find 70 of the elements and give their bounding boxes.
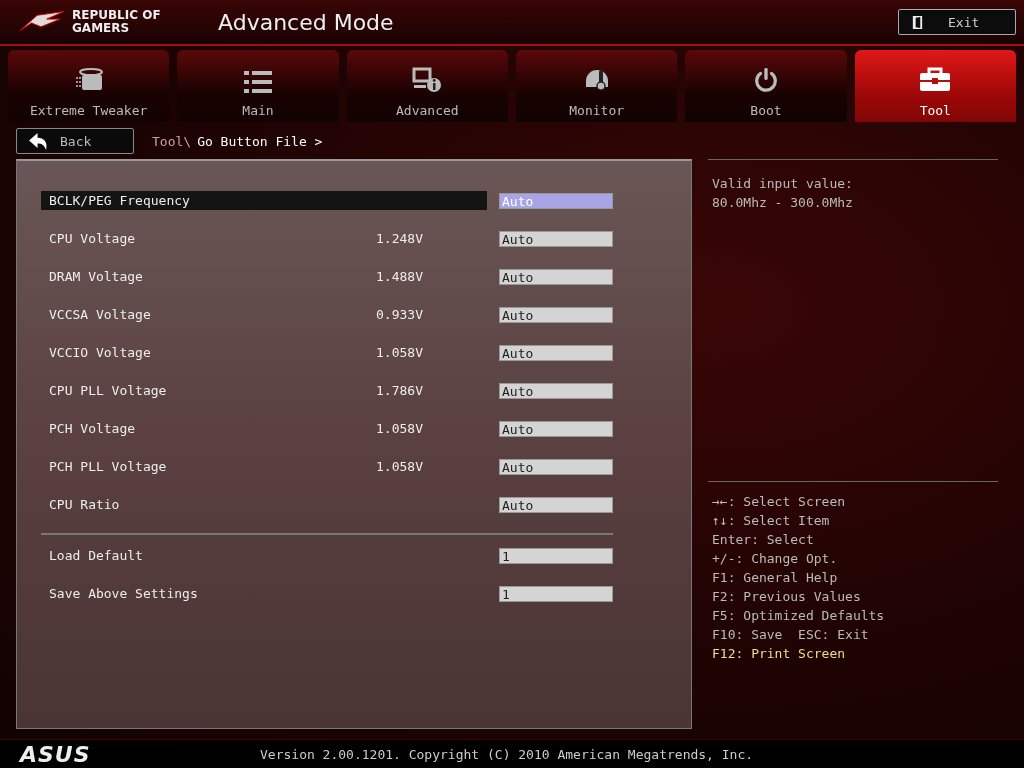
value-field[interactable]: 1 (499, 585, 613, 602)
cpu-cooler-icon (73, 67, 104, 93)
breadcrumb-parent[interactable]: Tool\ (152, 133, 192, 149)
key-hint: F12: Print Screen (712, 645, 847, 663)
setting-label: CPU Voltage (49, 231, 137, 246)
key-hint: ↑↓: Select Item (712, 512, 831, 530)
key-hint: F5: Optimized Defaults (712, 607, 886, 625)
setting-label: BCLK/PEG Frequency (49, 193, 191, 208)
setting-label: PCH Voltage (49, 421, 137, 436)
key-hint: F10: Save ESC: Exit (712, 626, 870, 644)
exit-button[interactable]: Exit (898, 9, 1016, 35)
value-field[interactable]: Auto (499, 306, 613, 323)
menu-tab[interactable]: Advanced (346, 50, 508, 122)
door-icon (911, 14, 924, 30)
key-hint: F2: Previous Values (712, 588, 862, 606)
power-icon (752, 67, 779, 93)
menu-tab[interactable]: Monitor (516, 50, 678, 122)
key-hint: +/-: Change Opt. (712, 550, 839, 568)
setting-row[interactable]: Save Above Settings 1 (41, 584, 613, 603)
value-field[interactable]: Auto (499, 268, 613, 285)
setting-reading: 1.786V (375, 383, 423, 398)
setting-label: CPU PLL Voltage (49, 383, 168, 398)
key-hint: F1: General Help (712, 569, 839, 587)
setting-row[interactable]: PCH PLL Voltage 1.058V Auto (41, 457, 613, 476)
setting-label: VCCIO Voltage (49, 345, 152, 360)
setting-label: CPU Ratio (49, 497, 121, 512)
setting-reading: 0.933V (375, 307, 423, 322)
setting-label: DRAM Voltage (49, 269, 144, 284)
setting-row[interactable]: CPU Ratio Auto (41, 495, 613, 514)
help-text: Valid input value: (712, 175, 854, 193)
menu-tab[interactable]: Extreme Tweaker (8, 50, 170, 122)
value-field[interactable]: 1 (499, 547, 613, 564)
menu-tab[interactable]: Tool (854, 50, 1016, 122)
setting-row[interactable]: Load Default 1 (41, 546, 613, 565)
breadcrumb-current: Go Button File > (197, 133, 323, 149)
setting-reading: 1.058V (375, 459, 423, 474)
value-field[interactable]: Auto (499, 230, 613, 247)
back-arrow-icon (29, 132, 48, 150)
setting-row[interactable]: DRAM Voltage 1.488V Auto (41, 267, 613, 286)
brand-logo: ASUS (20, 741, 92, 767)
toolbox-icon (919, 67, 952, 93)
setting-row[interactable]: VCCSA Voltage 0.933V Auto (41, 305, 613, 324)
setting-label: VCCSA Voltage (49, 307, 152, 322)
setting-row[interactable]: CPU PLL Voltage 1.786V Auto (41, 381, 613, 400)
window-title: Advanced Mode (217, 9, 395, 35)
setting-label: PCH PLL Voltage (49, 459, 168, 474)
list-icon (244, 71, 272, 93)
setting-reading: 1.058V (375, 345, 423, 360)
menu-tab[interactable]: Main (177, 50, 339, 122)
setting-label: Save Above Settings (49, 586, 199, 601)
menu-tab[interactable]: Boot (685, 50, 847, 122)
value-field[interactable]: Auto (499, 382, 613, 399)
setting-label: Load Default (49, 548, 144, 563)
setting-reading: 1.248V (375, 231, 423, 246)
back-button[interactable]: Back (16, 128, 134, 154)
setting-row[interactable]: CPU Voltage 1.248V Auto (41, 229, 613, 248)
value-field[interactable]: Auto (499, 420, 613, 437)
key-hint: Enter: Select (712, 531, 815, 549)
setting-row[interactable]: PCH Voltage 1.058V Auto (41, 419, 613, 438)
setting-reading: 1.058V (375, 421, 423, 436)
value-field[interactable]: Auto (499, 496, 613, 513)
value-field[interactable]: Auto (499, 344, 613, 361)
setting-reading: 1.488V (375, 269, 423, 284)
value-field[interactable]: Auto (499, 458, 613, 475)
setting-row[interactable]: VCCIO Voltage 1.058V Auto (41, 343, 613, 362)
help-text: 80.0Mhz - 300.0Mhz (712, 194, 854, 212)
version-text: Version 2.00.1201. Copyright (C) 2010 American Megatrends, Inc. (260, 746, 754, 762)
key-hint: →←: Select Screen (712, 493, 847, 511)
monitor-info-icon (412, 67, 443, 93)
brand-logo: REPUBLIC OF GAMERS (72, 9, 162, 35)
